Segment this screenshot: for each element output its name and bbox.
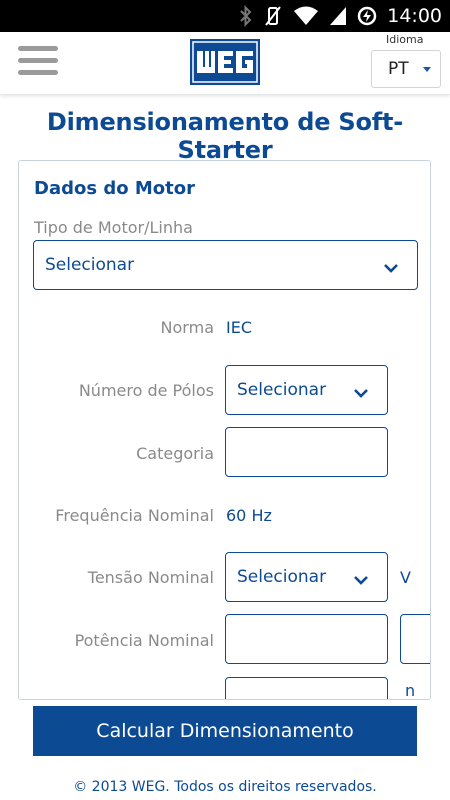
language-select[interactable]: PT (371, 50, 441, 88)
bluetooth-icon (239, 5, 253, 27)
language-value: PT (388, 59, 409, 79)
voltage-label: Tensão Nominal (87, 568, 214, 587)
norma-label: Norma (160, 318, 214, 337)
chevron-down-icon (353, 384, 369, 404)
app-header: Idioma PT (0, 32, 450, 95)
footer-copyright: © 2013 WEG. Todos os direitos reservados… (73, 779, 377, 795)
power-unit-select[interactable] (400, 614, 430, 664)
next-field-input[interactable] (225, 677, 388, 699)
voltage-unit: V (400, 568, 411, 587)
battery-charging-icon (357, 6, 377, 26)
calculate-button[interactable]: Calcular Dimensionamento (33, 706, 417, 756)
voltage-value: Selecionar (237, 567, 327, 587)
status-bar: 14:00 (0, 0, 450, 32)
norma-value: IEC (226, 318, 252, 337)
frequency-value: 60 Hz (226, 506, 272, 525)
clock: 14:00 (387, 5, 442, 27)
motor-type-label: Tipo de Motor/Linha (34, 218, 193, 237)
language-label: Idioma (386, 33, 424, 46)
weg-logo (190, 39, 260, 85)
page-title: Dimensionamento de Soft-Starter (46, 108, 404, 164)
section-title: Dados do Motor (34, 178, 195, 199)
motor-type-select[interactable]: Selecionar (33, 240, 418, 290)
poles-label: Número de Pólos (78, 381, 214, 400)
poles-select[interactable]: Selecionar (225, 365, 388, 415)
motor-data-panel: Dados do Motor Tipo de Motor/Linha Selec… (18, 160, 431, 700)
frequency-label: Frequência Nominal (55, 506, 214, 525)
category-label: Categoria (136, 444, 214, 463)
voltage-select[interactable]: Selecionar (225, 552, 388, 602)
vibrate-off-icon (263, 5, 283, 27)
poles-value: Selecionar (237, 380, 327, 400)
category-input[interactable] (225, 427, 388, 477)
power-label: Potência Nominal (74, 631, 214, 650)
wifi-icon (293, 6, 319, 26)
hamburger-menu-icon[interactable] (18, 46, 58, 78)
power-input[interactable] (225, 614, 388, 664)
next-field-unit: n (405, 681, 416, 700)
signal-icon (329, 6, 347, 26)
caret-down-icon (423, 67, 431, 72)
motor-type-value: Selecionar (45, 255, 135, 275)
chevron-down-icon (353, 571, 369, 591)
chevron-down-icon (383, 259, 399, 279)
